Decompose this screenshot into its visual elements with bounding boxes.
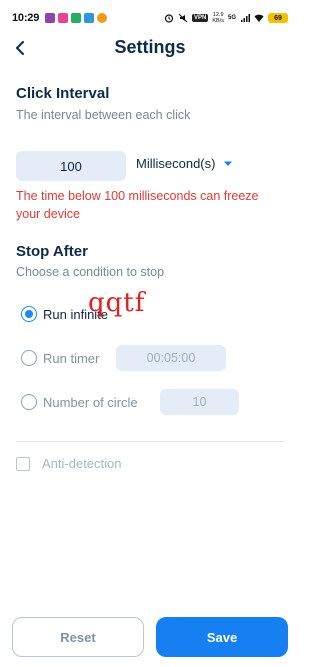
divider (16, 441, 284, 442)
mute-icon (178, 13, 188, 23)
signal-icon (241, 14, 250, 22)
overlay-text: qqtf (88, 288, 146, 318)
status-bar: 10:29 VPN 12.9 KB/s 5G 69 (0, 0, 300, 36)
anti-detection-checkbox[interactable] (16, 456, 30, 471)
click-interval-title: Click Interval (16, 85, 110, 102)
network-speed: 12.9 KB/s (212, 12, 224, 24)
alarm-icon (164, 14, 174, 23)
status-time: 10:29 (12, 12, 40, 24)
radio-label: Run timer (43, 350, 100, 366)
status-indicators: VPN 12.9 KB/s 5G 69 (164, 12, 288, 24)
circle-count-input[interactable]: 10 (160, 389, 239, 415)
interval-warning: The time below 100 milliseconds can free… (16, 189, 259, 221)
unit-dropdown[interactable]: Millisecond(s) (136, 156, 233, 171)
anti-detection-option[interactable]: Anti-detection (16, 456, 122, 471)
reset-button[interactable]: Reset (12, 617, 144, 657)
notification-icons (45, 13, 108, 23)
radio-label: Number of circle (43, 394, 138, 410)
radio-run-timer[interactable]: Run timer (21, 350, 99, 366)
app-notification-icon (97, 13, 108, 23)
unit-dropdown-label: Millisecond(s) (136, 156, 216, 171)
network-type: 5G (227, 15, 236, 21)
anti-detection-label: Anti-detection (42, 456, 122, 471)
app-notification-icon (45, 13, 56, 23)
app-notification-icon (58, 13, 69, 23)
vpn-badge: VPN (192, 14, 209, 22)
radio-button-selected[interactable] (21, 306, 37, 322)
stop-after-subtitle: Choose a condition to stop (16, 265, 165, 279)
app-notification-icon (84, 13, 95, 23)
header: Settings (0, 34, 300, 62)
page-title: Settings (114, 37, 186, 57)
click-interval-subtitle: The interval between each click (16, 108, 191, 122)
stop-after-title: Stop After (16, 243, 88, 260)
timer-input[interactable]: 00:05:00 (116, 345, 226, 371)
radio-button[interactable] (21, 394, 37, 410)
wifi-icon (254, 14, 264, 22)
radio-number-of-circle[interactable]: Number of circle (21, 394, 138, 410)
save-button[interactable]: Save (156, 617, 288, 657)
radio-button[interactable] (21, 350, 37, 366)
interval-input[interactable]: 100 (16, 151, 126, 181)
battery-indicator: 69 (268, 13, 288, 23)
app-notification-icon (71, 13, 82, 23)
caret-down-icon (224, 161, 233, 166)
